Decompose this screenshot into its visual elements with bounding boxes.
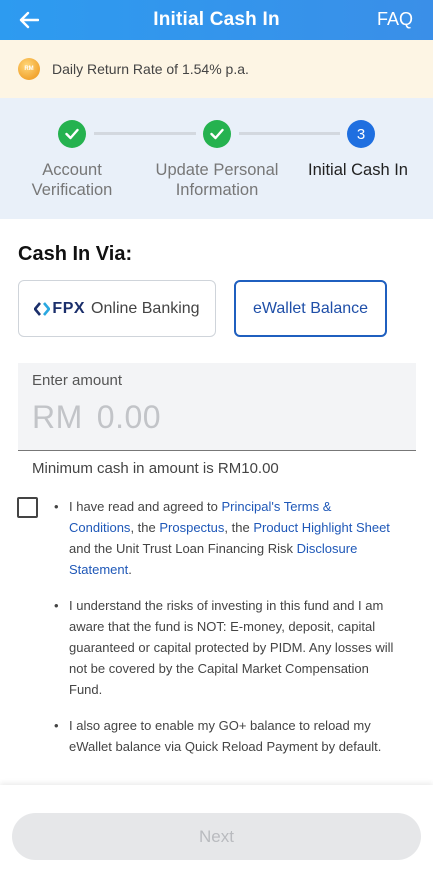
amount-label: Enter amount — [32, 372, 123, 389]
amount-placeholder: 0.00 — [96, 399, 162, 435]
ewallet-balance-option[interactable]: eWallet Balance — [234, 280, 387, 337]
step-2-check-icon — [203, 120, 231, 148]
bullet-icon: • — [54, 718, 59, 733]
step-3-number: 3 — [347, 120, 375, 148]
progress-stepper: 3 Account Verification Update Personal I… — [0, 98, 433, 219]
prospectus-link[interactable]: Prospectus — [159, 520, 224, 535]
bullet-icon: • — [54, 598, 59, 613]
step-1-check-icon — [58, 120, 86, 148]
term-item: • I understand the risks of investing in… — [54, 595, 399, 700]
page-title: Initial Cash In — [153, 9, 280, 30]
fpx-option-label: Online Banking — [91, 299, 200, 317]
step-label-update-personal-info: Update Personal Information — [155, 161, 279, 199]
term-text: . — [128, 562, 132, 577]
currency-label: RM — [32, 399, 83, 435]
terms-checkbox[interactable] — [17, 497, 38, 518]
back-button[interactable] — [14, 6, 44, 34]
coin-text: RM — [24, 66, 34, 72]
term-item: • I also agree to enable my GO+ balance … — [54, 715, 399, 757]
ewallet-option-label: eWallet Balance — [252, 299, 369, 317]
cash-in-via-heading: Cash In Via: — [18, 243, 133, 265]
step-connector — [94, 132, 196, 135]
term-text: , the — [224, 520, 254, 535]
arrow-left-icon — [19, 11, 39, 29]
fpx-logo: FPX — [34, 300, 85, 318]
next-button[interactable]: Next — [12, 813, 421, 860]
term-item: • I have read and agreed to Principal's … — [54, 496, 399, 580]
terms-list: • I have read and agreed to Principal's … — [54, 496, 399, 772]
faq-link[interactable]: FAQ — [377, 9, 413, 30]
coin-icon: RM — [18, 58, 40, 80]
term-text: I understand the risks of investing in t… — [69, 598, 394, 697]
fpx-logo-text: FPX — [52, 299, 86, 317]
fpx-diamond-icon — [34, 301, 51, 316]
step-connector — [239, 132, 340, 135]
term-text: and the Unit Trust Loan Financing Risk — [69, 541, 297, 556]
term-text: I also agree to enable my GO+ balance to… — [69, 718, 382, 754]
fpx-online-banking-option[interactable]: FPX Online Banking — [18, 280, 216, 337]
term-text: , the — [130, 520, 160, 535]
amount-input[interactable]: Enter amount RM 0.00 — [18, 363, 416, 451]
bullet-icon: • — [54, 499, 59, 514]
step-label-initial-cash-in: Initial Cash In — [308, 161, 408, 179]
step-label-account-verification: Account Verification — [31, 161, 113, 199]
return-rate-banner: RM Daily Return Rate of 1.54% p.a. — [0, 40, 433, 98]
app-header: Initial Cash In FAQ — [0, 0, 433, 40]
term-text: I have read and agreed to — [69, 499, 222, 514]
product-highlight-sheet-link[interactable]: Product Highlight Sheet — [253, 520, 390, 535]
amount-value[interactable]: RM 0.00 — [32, 399, 161, 436]
minimum-amount-hint: Minimum cash in amount is RM10.00 — [32, 460, 279, 477]
return-rate-text: Daily Return Rate of 1.54% p.a. — [52, 61, 249, 77]
footer-bar: Next — [0, 785, 433, 870]
